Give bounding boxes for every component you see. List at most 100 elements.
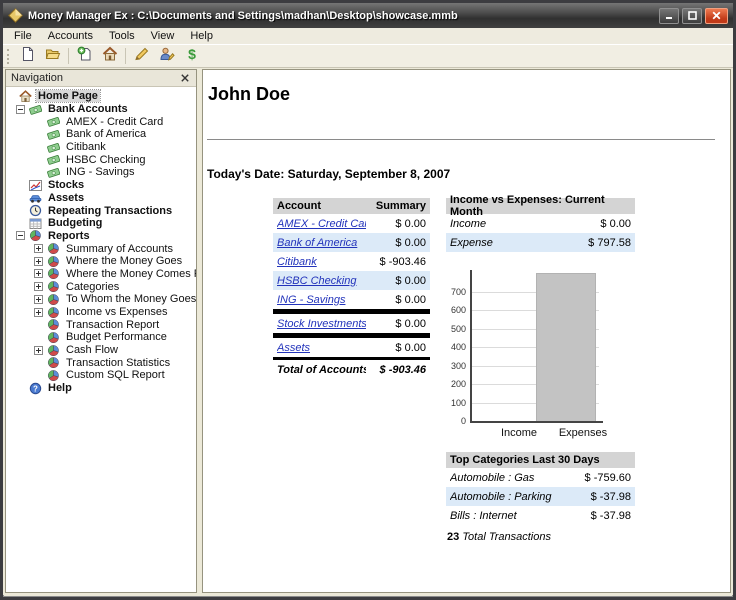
account-link-citibank[interactable]: Citibank <box>277 256 317 268</box>
account-balance: $ 0.00 <box>395 236 426 249</box>
income-expense-row-label: Income <box>450 217 487 230</box>
expander-plus-icon[interactable] <box>34 282 43 292</box>
top-category-row-label: Automobile : Parking <box>450 490 552 503</box>
pie-icon <box>47 306 60 319</box>
expander-plus-icon[interactable] <box>34 294 43 304</box>
menu-item-help[interactable]: Help <box>182 29 221 44</box>
toolbar-button-home[interactable] <box>97 46 122 67</box>
income-expenses-header: Income vs Expenses: Current Month <box>446 194 635 218</box>
account-link-ing-savings[interactable]: ING - Savings <box>277 294 345 306</box>
horizontal-rule <box>207 139 715 140</box>
account-balance: $ 0.00 <box>395 341 426 354</box>
nav-item-transaction-statistics[interactable]: Transaction Statistics <box>6 356 196 369</box>
account-link-amex-credit-card[interactable]: AMEX - Credit Card <box>277 218 366 230</box>
top-category-row-value: $ -759.60 <box>584 471 631 484</box>
account-link-hsbc-checking[interactable]: HSBC Checking <box>277 275 356 287</box>
menu-item-tools[interactable]: Tools <box>101 29 143 44</box>
expander-plus-icon[interactable] <box>34 269 43 279</box>
navigation-panel: Navigation Home Page Bank Accounts AMEX - … <box>5 69 197 593</box>
income-expense-row-label: Expense <box>450 236 493 249</box>
nav-item-repeating-transactions[interactable]: Repeating Transactions <box>6 204 196 217</box>
account-link-assets[interactable]: Assets <box>277 342 310 354</box>
toolbar-button-new-file[interactable] <box>15 46 40 67</box>
currency-icon: $ <box>184 46 200 67</box>
home-icon <box>102 46 118 67</box>
nav-item-label: HSBC Checking <box>66 153 146 166</box>
close-button[interactable] <box>705 7 728 24</box>
income-expenses-table: Income vs Expenses: Current Month Income… <box>446 194 635 252</box>
open-file-icon <box>45 46 61 67</box>
account-cell: Citibank <box>277 256 366 268</box>
app-window: Money Manager Ex : C:\Documents and Sett… <box>0 0 736 600</box>
nav-item-summary-of-accounts[interactable]: Summary of Accounts <box>6 242 196 255</box>
pie-icon <box>47 356 60 369</box>
x-category-label: Expenses <box>558 427 608 439</box>
nav-item-reports[interactable]: Reports <box>6 230 196 243</box>
nav-item-cash-flow[interactable]: Cash Flow <box>6 344 196 357</box>
nav-item-assets[interactable]: Assets <box>6 192 196 205</box>
nav-item-transaction-report[interactable]: Transaction Report <box>6 318 196 331</box>
expander-plus-icon[interactable] <box>34 345 43 355</box>
expander-plus-icon[interactable] <box>34 244 43 254</box>
new-file-icon <box>20 46 36 67</box>
toolbar-button-organize-categories[interactable] <box>129 46 154 67</box>
top-category-row: Automobile : Gas $ -759.60 <box>446 468 635 487</box>
nav-item-home-page[interactable]: Home Page <box>6 89 196 104</box>
money-icon <box>47 115 60 128</box>
calendar-icon <box>29 217 42 230</box>
menu-item-accounts[interactable]: Accounts <box>40 29 101 44</box>
maximize-button[interactable] <box>682 7 702 24</box>
toolbar-button-organize-payees[interactable] <box>154 46 179 67</box>
menu-item-file[interactable]: File <box>6 29 40 44</box>
pie-icon <box>47 318 60 331</box>
nav-item-custom-sql-report[interactable]: Custom SQL Report <box>6 369 196 382</box>
toolbar-button-open-file[interactable] <box>40 46 65 67</box>
nav-item-label: Categories <box>66 280 120 293</box>
organize-payees-icon <box>159 46 175 67</box>
money-icon <box>29 103 42 116</box>
nav-item-hsbc-checking[interactable]: HSBC Checking <box>6 153 196 166</box>
nav-item-amex-credit-card[interactable]: AMEX - Credit Card <box>6 115 196 128</box>
nav-item-ing-savings[interactable]: ING - Savings <box>6 166 196 179</box>
nav-item-budgeting[interactable]: Budgeting <box>6 217 196 230</box>
accounts-table-header: Account Summary <box>273 198 430 214</box>
money-icon <box>47 141 60 154</box>
income-expense-row: Income $ 0.00 <box>446 214 635 233</box>
nav-item-label: Transaction Statistics <box>66 356 171 369</box>
toolbar-button-currency[interactable]: $ <box>179 46 204 67</box>
app-icon <box>8 8 23 23</box>
account-cell: Stock Investments <box>277 318 366 330</box>
toolbar-separator <box>125 48 126 64</box>
nav-item-where-the-money-goes[interactable]: Where the Money Goes <box>6 255 196 268</box>
nav-item-bank-accounts[interactable]: Bank Accounts <box>6 103 196 116</box>
nav-item-help[interactable]: ? Help <box>6 382 196 395</box>
nav-item-categories[interactable]: Categories <box>6 280 196 293</box>
panel-close-icon[interactable] <box>179 72 191 84</box>
nav-item-where-the-money-comes-from[interactable]: Where the Money Comes From <box>6 268 196 281</box>
expander-minus-icon[interactable] <box>16 104 25 114</box>
top-category-row-value: $ -37.98 <box>590 490 631 503</box>
nav-item-bank-of-america[interactable]: Bank of America <box>6 128 196 141</box>
nav-item-label: Income vs Expenses <box>66 306 168 319</box>
expander-minus-icon[interactable] <box>16 231 25 241</box>
nav-item-budget-performance[interactable]: Budget Performance <box>6 331 196 344</box>
minimize-button[interactable] <box>659 7 679 24</box>
pie-icon <box>47 255 60 268</box>
nav-item-citibank[interactable]: Citibank <box>6 141 196 154</box>
nav-item-stocks[interactable]: Stocks <box>6 179 196 192</box>
menu-item-view[interactable]: View <box>143 29 183 44</box>
y-tick-label: 500 <box>450 323 466 334</box>
nav-item-label: AMEX - Credit Card <box>66 115 164 128</box>
total-transactions-note: 23 Total Transactions <box>447 531 551 543</box>
expander-plus-icon[interactable] <box>34 307 43 317</box>
account-link-stock-investments[interactable]: Stock Investments <box>277 318 366 330</box>
nav-item-label: To Whom the Money Goes <box>66 293 196 306</box>
account-link-bank-of-america[interactable]: Bank of America <box>277 237 357 249</box>
expander-plus-icon[interactable] <box>34 256 43 266</box>
nav-item-to-whom-the-money-goes[interactable]: To Whom the Money Goes <box>6 293 196 306</box>
account-cell: HSBC Checking <box>277 275 366 287</box>
toolbar-button-new-account[interactable] <box>72 46 97 67</box>
pie-icon <box>47 293 60 306</box>
toolbar-grip[interactable] <box>7 48 11 64</box>
nav-item-income-vs-expenses[interactable]: Income vs Expenses <box>6 306 196 319</box>
